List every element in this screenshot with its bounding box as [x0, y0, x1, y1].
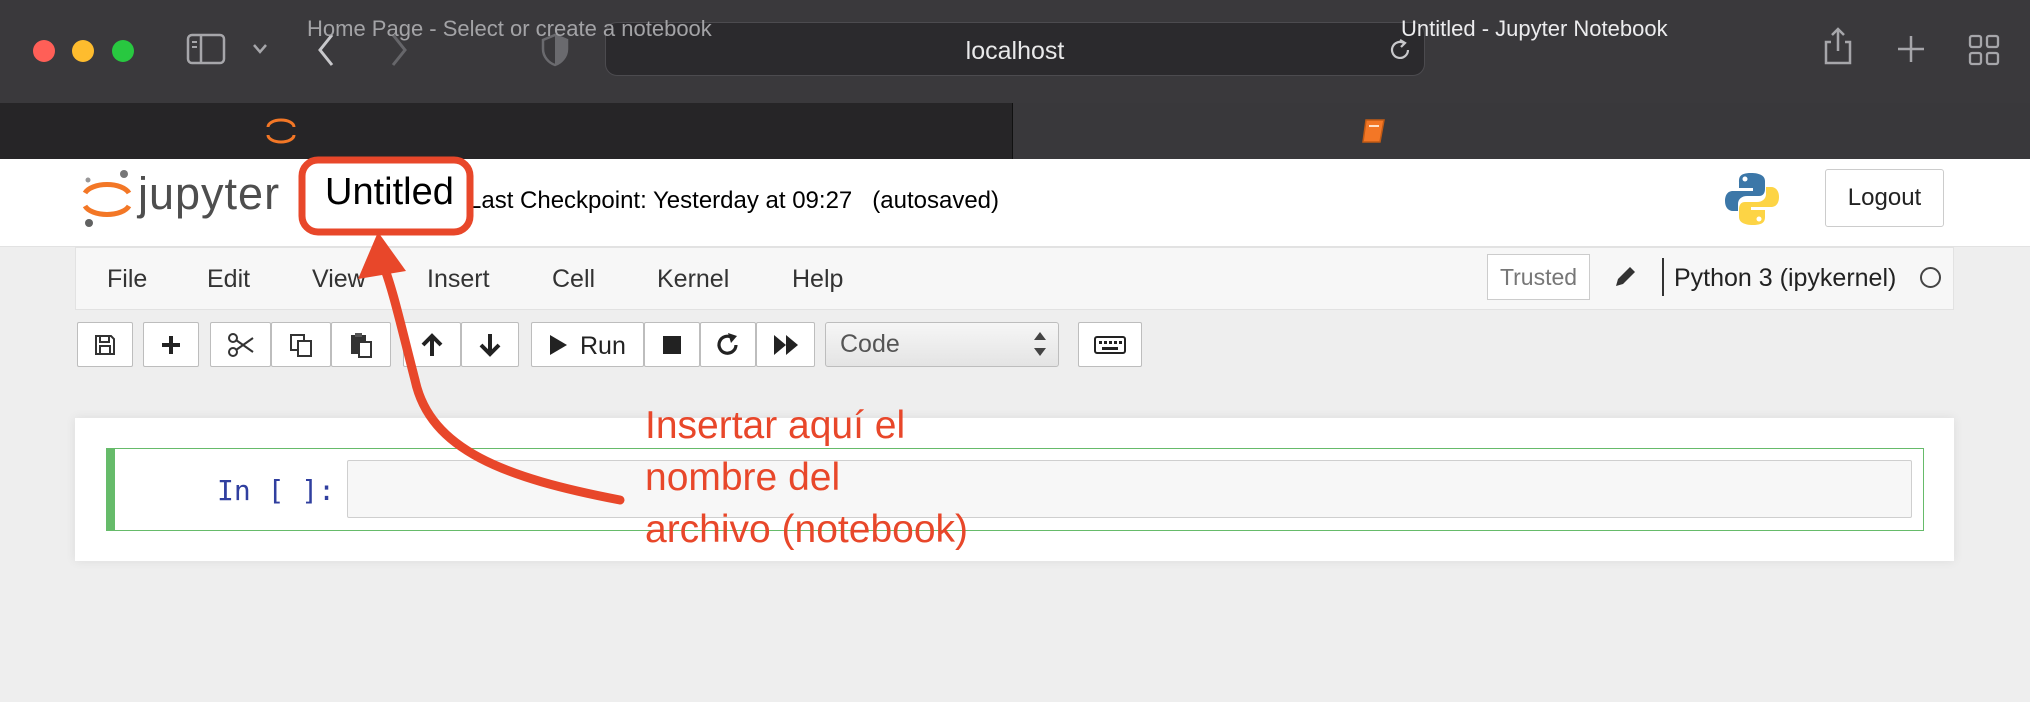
- menu-insert[interactable]: Insert: [427, 265, 490, 294]
- fast-forward-icon: [773, 334, 798, 355]
- notebook-favicon-icon: [1362, 119, 1385, 143]
- copy-icon: [290, 333, 312, 357]
- tab-label: Home Page - Select or create a notebook: [307, 16, 712, 41]
- notebook-name-text[interactable]: Untitled: [325, 171, 454, 214]
- sidebar-icon[interactable]: [186, 33, 228, 67]
- move-down-button[interactable]: [461, 322, 519, 367]
- logout-button[interactable]: Logout: [1825, 169, 1944, 227]
- cell-input-editor[interactable]: [347, 460, 1912, 518]
- arrow-down-icon: [479, 333, 501, 357]
- run-label: Run: [580, 332, 626, 360]
- arrow-up-icon: [421, 332, 443, 356]
- chevron-down-icon[interactable]: [252, 42, 268, 56]
- select-arrows-icon: [1034, 332, 1046, 356]
- annotation-text: Insertar aquí el nombre del archivo (not…: [645, 404, 969, 551]
- menu-view[interactable]: View: [312, 265, 366, 294]
- trusted-indicator[interactable]: Trusted: [1487, 254, 1590, 300]
- restart-icon: [717, 332, 738, 355]
- jupyter-logo-text[interactable]: jupyter: [138, 168, 280, 220]
- cut-button[interactable]: [210, 322, 271, 367]
- cell-type-value: Code: [840, 330, 900, 358]
- kernel-name[interactable]: Python 3 (ipykernel): [1674, 264, 1896, 293]
- jupyter-favicon-icon: [266, 118, 296, 144]
- run-button[interactable]: Run: [531, 322, 644, 367]
- url-text: localhost: [965, 37, 1065, 65]
- tab-home-page[interactable]: [0, 103, 1013, 159]
- tab-label: Untitled - Jupyter Notebook: [1401, 16, 1668, 41]
- plus-icon: [162, 335, 180, 354]
- kernel-status-icon: [1920, 267, 1941, 288]
- tab-overview-icon[interactable]: [1968, 34, 2000, 66]
- insert-cell-button[interactable]: [143, 322, 199, 367]
- play-icon: [550, 334, 567, 355]
- maximize-window-button[interactable]: [112, 40, 134, 62]
- move-up-button[interactable]: [403, 322, 461, 367]
- copy-button[interactable]: [271, 322, 331, 367]
- stop-icon: [663, 335, 681, 354]
- checkpoint-status: Last Checkpoint: Yesterday at 09:27 (aut…: [468, 187, 1000, 214]
- new-tab-icon[interactable]: [1896, 34, 1926, 64]
- share-icon[interactable]: [1822, 26, 1854, 66]
- restart-run-all-button[interactable]: [756, 322, 815, 367]
- command-palette-button[interactable]: [1078, 322, 1142, 367]
- interrupt-button[interactable]: [644, 322, 700, 367]
- menu-edit[interactable]: Edit: [207, 265, 250, 294]
- paste-icon: [351, 332, 372, 358]
- menu-file[interactable]: File: [107, 265, 147, 294]
- cell-prompt: In [ ]:: [217, 474, 336, 507]
- address-bar[interactable]: localhost: [605, 22, 1425, 76]
- jupyter-logo-icon[interactable]: [80, 168, 134, 230]
- menu-kernel[interactable]: Kernel: [657, 265, 729, 294]
- kernel-separator: [1662, 258, 1664, 296]
- save-button[interactable]: [77, 322, 133, 367]
- menu-cell[interactable]: Cell: [552, 265, 595, 294]
- minimize-window-button[interactable]: [72, 40, 94, 62]
- edit-pencil-icon[interactable]: [1612, 264, 1638, 290]
- menu-help[interactable]: Help: [792, 265, 843, 294]
- python-logo-icon: [1725, 173, 1779, 225]
- scissors-icon: [227, 332, 254, 357]
- paste-button[interactable]: [331, 322, 391, 367]
- close-window-button[interactable]: [33, 40, 55, 62]
- restart-kernel-button[interactable]: [700, 322, 756, 367]
- keyboard-icon: [1094, 335, 1126, 354]
- tab-untitled-notebook[interactable]: [1013, 103, 2030, 159]
- save-icon: [95, 334, 115, 355]
